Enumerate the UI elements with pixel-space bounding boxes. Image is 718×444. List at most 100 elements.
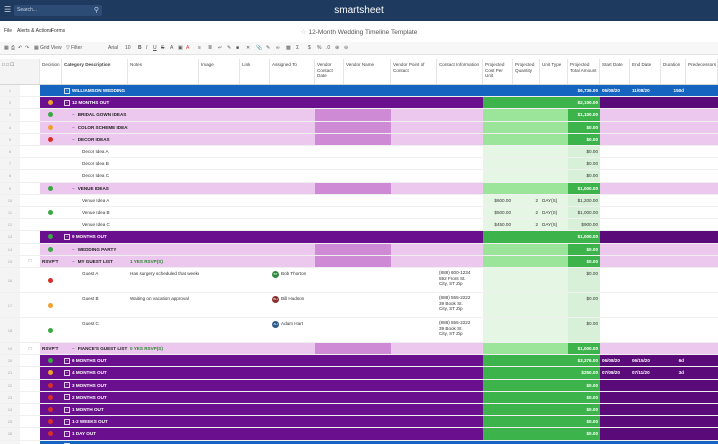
table-row[interactable]: 26 −1 DAY OUT $0.00: [0, 428, 718, 441]
cell-cost[interactable]: [483, 243, 513, 255]
cell-notes[interactable]: [128, 404, 199, 416]
cell-image[interactable]: [199, 158, 240, 170]
cell-pred[interactable]: [686, 170, 718, 182]
cell-link[interactable]: [240, 416, 270, 428]
cell-decision[interactable]: [40, 97, 62, 109]
cell-duration[interactable]: [661, 158, 686, 170]
column-header-vname[interactable]: Vendor Name: [344, 59, 391, 84]
cell-vname[interactable]: [344, 355, 391, 367]
cell-assigned[interactable]: [270, 231, 315, 243]
cell-image[interactable]: [199, 182, 240, 194]
cell-decision[interactable]: [40, 194, 62, 206]
cell-notes[interactable]: [128, 207, 199, 219]
cell-vname[interactable]: [344, 121, 391, 133]
cell-image[interactable]: [199, 85, 240, 97]
cell-assigned[interactable]: [270, 367, 315, 379]
row-number[interactable]: 25: [0, 416, 21, 428]
cell-vname[interactable]: [344, 428, 391, 440]
collapse-toggle-icon[interactable]: −: [72, 186, 75, 191]
cell-pred[interactable]: [686, 219, 718, 231]
cell-contact[interactable]: [437, 428, 483, 440]
cell-unit[interactable]: [540, 293, 568, 317]
cell-image[interactable]: [199, 440, 240, 444]
cell-category[interactable]: − WEDDING PARTY: [62, 243, 128, 255]
cell-assigned[interactable]: [270, 121, 315, 133]
cell-decision[interactable]: [40, 268, 62, 292]
cell-vpoc[interactable]: [391, 416, 437, 428]
table-row[interactable]: 14 − WEDDING PARTY $0.00: [0, 243, 718, 256]
table-row[interactable]: 13 −9 MONTHS OUT $1,000.00: [0, 231, 718, 244]
cell-end[interactable]: [630, 194, 661, 206]
cell-contact[interactable]: [437, 219, 483, 231]
row-number[interactable]: 18: [0, 318, 21, 342]
cell-category[interactable]: − WILLIAMSON WEDDING: [62, 85, 128, 97]
cell-vcdate[interactable]: [315, 318, 344, 342]
cell-qty[interactable]: [513, 293, 540, 317]
cell-decision[interactable]: [40, 416, 62, 428]
cell-vpoc[interactable]: [391, 146, 437, 158]
cell-link[interactable]: [240, 404, 270, 416]
cell-image[interactable]: [199, 231, 240, 243]
row-number[interactable]: 16: [0, 268, 21, 292]
cell-assigned[interactable]: [270, 404, 315, 416]
cell-notes[interactable]: [128, 367, 199, 379]
cell-duration[interactable]: [661, 97, 686, 109]
cell-cost[interactable]: [483, 367, 513, 379]
cell-duration[interactable]: [661, 379, 686, 391]
cell-image[interactable]: [199, 97, 240, 109]
cell-notes[interactable]: 1 YES RSVP(S): [128, 255, 199, 267]
cell-total[interactable]: $0.00: [568, 268, 600, 292]
cell-pred[interactable]: [686, 428, 718, 440]
table-row[interactable]: 2 −12 MONTHS OUT $2,100.00: [0, 97, 718, 110]
cell-image[interactable]: [199, 146, 240, 158]
cell-qty[interactable]: [513, 170, 540, 182]
cell-start[interactable]: [600, 255, 630, 267]
cell-pred[interactable]: [686, 404, 718, 416]
column-header-pred[interactable]: Predecessors: [686, 59, 718, 84]
cell-image[interactable]: [199, 404, 240, 416]
cell-assigned[interactable]: BT Bob Thorton: [270, 268, 315, 292]
cell-decision[interactable]: [40, 428, 62, 440]
cell-cost[interactable]: [483, 268, 513, 292]
cell-end[interactable]: 11/08/20: [630, 440, 661, 444]
cell-unit[interactable]: [540, 97, 568, 109]
cell-cost[interactable]: [483, 343, 513, 355]
cell-contact[interactable]: [437, 416, 483, 428]
row-actions-icon[interactable]: [20, 109, 40, 121]
cell-end[interactable]: [630, 109, 661, 121]
cell-vcdate[interactable]: [315, 170, 344, 182]
cell-qty[interactable]: [513, 379, 540, 391]
row-number[interactable]: 20: [0, 355, 21, 367]
cell-unit[interactable]: [540, 158, 568, 170]
cell-cost[interactable]: [483, 391, 513, 403]
row-actions-icon[interactable]: [20, 219, 40, 231]
cell-vpoc[interactable]: [391, 243, 437, 255]
row-actions-icon[interactable]: [20, 379, 40, 391]
cell-vname[interactable]: [344, 194, 391, 206]
collapse-toggle-icon[interactable]: −: [64, 99, 70, 106]
cell-total[interactable]: $1,100.00: [568, 109, 600, 121]
cell-unit[interactable]: [540, 255, 568, 267]
column-header-link[interactable]: Link: [240, 59, 270, 84]
cell-duration[interactable]: [661, 146, 686, 158]
cell-link[interactable]: [240, 182, 270, 194]
cell-decision[interactable]: [40, 379, 62, 391]
cell-total[interactable]: $0.00: [568, 146, 600, 158]
cell-assigned[interactable]: [270, 355, 315, 367]
column-header-notes[interactable]: Notes: [128, 59, 199, 84]
cell-end[interactable]: 07/11/20: [630, 367, 661, 379]
cell-end[interactable]: [630, 133, 661, 145]
cell-assigned[interactable]: [270, 97, 315, 109]
cell-pred[interactable]: [686, 379, 718, 391]
font-size-select[interactable]: 10: [125, 45, 131, 51]
cell-duration[interactable]: 6d: [661, 355, 686, 367]
cell-pred[interactable]: [686, 268, 718, 292]
cell-image[interactable]: [199, 379, 240, 391]
green-status-icon[interactable]: [48, 358, 53, 364]
collapse-toggle-icon[interactable]: −: [72, 112, 75, 117]
cell-total[interactable]: $250.00: [568, 367, 600, 379]
cell-contact[interactable]: (888) 555-2222 39 Book St. City, ST Zip: [437, 293, 483, 317]
collapse-toggle-icon[interactable]: −: [64, 382, 70, 389]
cell-notes[interactable]: [128, 109, 199, 121]
row-actions-icon[interactable]: [20, 194, 40, 206]
